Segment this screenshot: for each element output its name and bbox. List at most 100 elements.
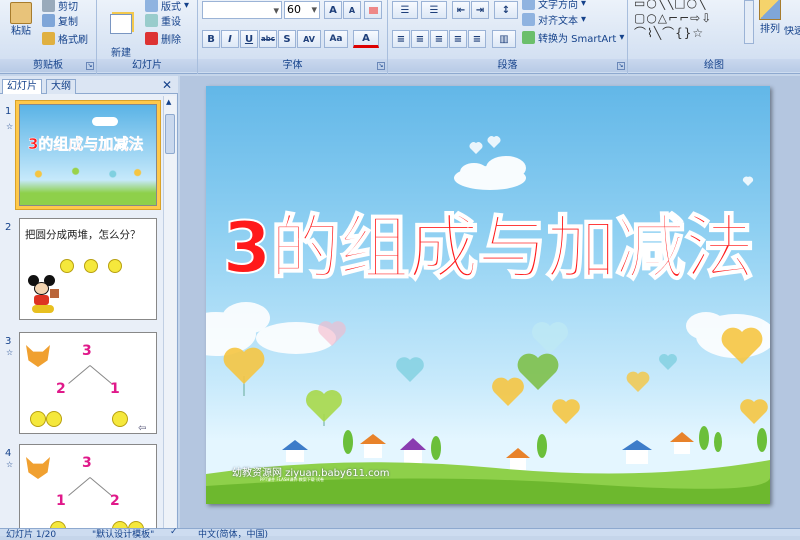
shape-row-3: ⌒⌇╲⌒{}☆ [634,26,705,40]
slide-thumbnail-4[interactable]: 3 1 2 [19,444,157,530]
slide-thumbnail-2[interactable]: 把圆分成两堆，怎么分？ [19,218,157,320]
increase-indent-button[interactable]: ⇥ [471,1,489,19]
thumb-question: 把圆分成两堆，怎么分？ [25,229,141,241]
text-direction-icon [522,0,535,10]
panel-scrollbar[interactable]: ▲ [163,96,176,528]
strikethrough-button[interactable]: abc [259,30,277,48]
circle-icon [60,259,74,273]
delete-slide-button[interactable]: 删除 [145,31,181,46]
thumb-top-number: 3 [82,343,92,359]
scrollbar-thumb[interactable] [165,114,175,154]
fox-icon [26,457,50,479]
copy-button[interactable]: 复制 [42,13,78,28]
font-launcher-icon[interactable]: ↘ [377,62,385,70]
font-group-label: 字体 [198,59,387,72]
arrange-button[interactable]: 排列 [755,0,785,36]
layout-icon [145,0,158,12]
branch-line [89,477,112,496]
smartart-icon [522,31,535,44]
close-icon[interactable]: ✕ [162,78,172,92]
reset-icon [145,14,158,27]
slide-thumbnail-1[interactable]: 3的组成与加减法 [19,104,157,206]
distribute-button[interactable]: ≡ [468,30,486,48]
shapes-scroll[interactable] [744,0,754,44]
format-painter-button[interactable]: 格式刷 [42,31,88,46]
slide-thumbnail-3[interactable]: 3 2 1 ⇦ [19,332,157,434]
align-text-icon [522,13,535,26]
circle-icon [30,411,46,427]
branch-line [68,365,91,384]
clipboard-group: 粘贴 剪切 复制 格式刷 剪贴板 ↘ [0,0,97,74]
slide-background-art [206,136,770,504]
line-spacing-button[interactable]: ↕ [494,1,518,19]
columns-button[interactable]: ▥ [492,30,516,48]
align-center-button[interactable]: ≡ [411,30,429,48]
circle-icon [46,411,62,427]
align-text-button[interactable]: 对齐文本 ▾ [522,12,586,27]
slide-canvas[interactable]: 3的组成与加减法 幼教资源网 ziyuan.baby611.com PPT课件 … [206,86,770,504]
slide-title[interactable]: 3的组成与加减法 [206,206,770,290]
mouse-character-icon [26,275,60,315]
slide-editor: 3的组成与加减法 幼教资源网 ziyuan.baby611.com PPT课件 … [180,76,800,530]
text-direction-button[interactable]: 文字方向 ▾ [522,0,586,11]
line-spacing-icon: ↕ [501,4,511,16]
shapes-gallery[interactable]: ▭○╲╲□○╲ ▢○△⌐⌐⇨⇩ ⌒⌇╲⌒{}☆ [634,0,742,44]
underline-button[interactable]: U [240,30,258,48]
tab-outline[interactable]: 大纲 [46,79,76,94]
columns-icon: ▥ [499,33,509,45]
align-right-button[interactable]: ≡ [430,30,448,48]
bold-button[interactable]: B [202,30,220,48]
justify-button[interactable]: ≡ [449,30,467,48]
branch-line [68,477,91,496]
thumb-left-number: 1 [56,493,66,509]
branch-line [89,365,112,384]
font-name-box[interactable]: ▾ [202,1,282,19]
cloud [454,156,526,190]
chevron-down-icon: ▾ [581,14,587,25]
thumb-right-number: 1 [110,381,120,397]
italic-button[interactable]: I [221,30,239,48]
font-size-box[interactable]: 60 ▾ [284,1,320,19]
thumb-number: 1 [5,106,12,117]
numbering-button[interactable]: ☰ [421,1,447,19]
align-center-icon: ≡ [415,33,425,45]
cut-button[interactable]: 剪切 [42,0,78,13]
reset-button[interactable]: 重设 [145,13,181,28]
clipboard-launcher-icon[interactable]: ↘ [86,62,94,70]
align-left-button[interactable]: ≡ [392,30,410,48]
layout-button[interactable]: 版式 ▾ [145,0,189,13]
bullets-button[interactable]: ☰ [392,1,418,19]
align-right-icon: ≡ [434,33,444,45]
shadow-button[interactable]: S [278,30,296,48]
shape-row-2: ▢○△⌐⌐⇨⇩ [634,11,713,25]
thumb-4-star-icon: ☆ [6,460,14,469]
char-spacing-button[interactable]: AV [297,30,321,48]
numbering-icon: ☰ [429,4,439,16]
change-case-button[interactable]: Aa [324,30,348,48]
paragraph-launcher-icon[interactable]: ↘ [617,62,625,70]
watermark-subtext: PPT课件 FLASH课件 教案下载 试卷 [260,477,324,482]
quick-styles-button[interactable]: 快速 [784,26,800,38]
brush-icon [42,32,55,45]
thumb-1-star-icon: ☆ [6,122,14,131]
shrink-font-button[interactable]: A [343,1,361,19]
thumb-top-number: 3 [82,455,92,471]
slide-count-status: 幻灯片 1/20 [6,530,57,540]
decrease-indent-button[interactable]: ⇤ [452,1,470,19]
language-status[interactable]: 中文(简体，中国) [198,527,268,540]
convert-smartart-button[interactable]: 转换为 SmartArt ▾ [522,30,624,45]
tab-slides[interactable]: 幻灯片 [2,79,42,94]
clear-format-button[interactable] [364,1,382,19]
outdent-icon: ⇤ [456,4,466,16]
drawing-group-label: 绘图 [628,59,800,72]
chevron-down-icon: ▾ [184,0,190,11]
justify-icon: ≡ [453,33,463,45]
theme-status[interactable]: "默认设计模板" [92,527,154,540]
paste-button[interactable]: 粘贴 [4,2,38,38]
delete-icon [145,32,158,45]
grow-font-button[interactable]: A [324,1,342,19]
scroll-up-icon[interactable]: ▲ [166,98,171,106]
font-color-button[interactable]: A [353,30,379,48]
bullets-icon: ☰ [400,4,410,16]
clipboard-group-label: 剪贴板 [0,59,96,72]
